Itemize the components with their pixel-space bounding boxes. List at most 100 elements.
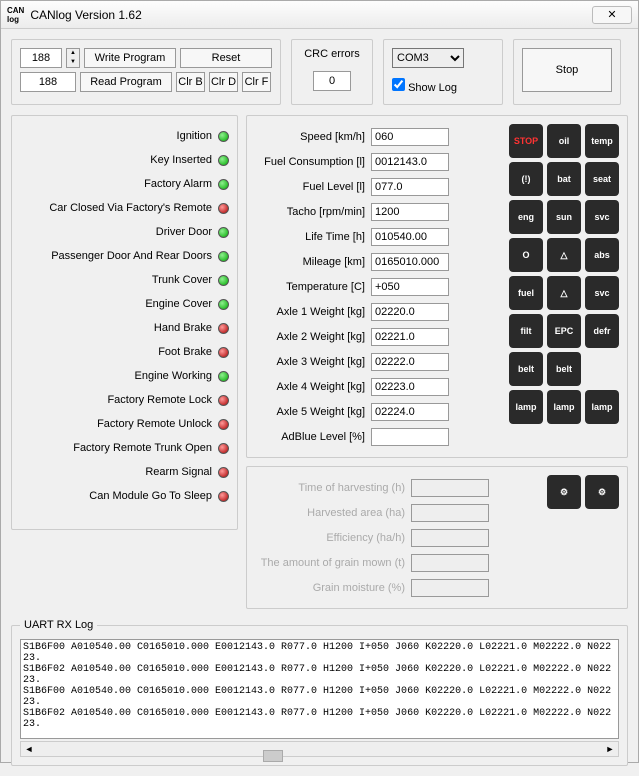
status-led-icon (218, 347, 229, 358)
value-row-5: Mileage [km] (255, 249, 501, 274)
warning-icon-18[interactable]: belt (509, 352, 543, 386)
value-field[interactable] (371, 278, 449, 296)
warning-icon-19[interactable]: belt (547, 352, 581, 386)
status-led-icon (218, 323, 229, 334)
value-row-10: Axle 4 Weight [kg] (255, 374, 501, 399)
com-port-select[interactable]: COM3 (392, 48, 464, 68)
value-field[interactable] (371, 228, 449, 246)
value-field[interactable] (371, 128, 449, 146)
value-field[interactable] (371, 378, 449, 396)
value-field[interactable] (371, 403, 449, 421)
value-label: Axle 3 Weight [kg] (255, 356, 365, 368)
status-led-icon (218, 131, 229, 142)
warning-icon-3[interactable]: (!) (509, 162, 543, 196)
value-field[interactable] (371, 178, 449, 196)
warning-icon-12[interactable]: fuel (509, 276, 543, 310)
status-label: Hand Brake (154, 322, 212, 334)
status-label: Driver Door (156, 226, 212, 238)
warning-icon-13[interactable]: △ (547, 276, 581, 310)
agri-panel: Time of harvesting (h)Harvested area (ha… (246, 466, 628, 609)
read-program-button[interactable]: Read Program (80, 72, 172, 92)
status-row-6: Trunk Cover (20, 272, 229, 288)
scroll-left-icon[interactable]: ◄ (21, 744, 37, 754)
reset-button[interactable]: Reset (180, 48, 272, 68)
status-label: Foot Brake (158, 346, 212, 358)
agri-field (411, 529, 489, 547)
warning-icon-15[interactable]: filt (509, 314, 543, 348)
value-row-8: Axle 2 Weight [kg] (255, 324, 501, 349)
value-row-4: Life Time [h] (255, 224, 501, 249)
agri-field (411, 479, 489, 497)
status-row-2: Factory Alarm (20, 176, 229, 192)
stop-button[interactable]: Stop (522, 48, 612, 92)
warning-icon-9[interactable]: O (509, 238, 543, 272)
write-program-button[interactable]: Write Program (84, 48, 176, 68)
warning-icon-16[interactable]: EPC (547, 314, 581, 348)
crc-panel: CRC errors 0 (291, 39, 373, 105)
agri-label: Time of harvesting (h) (255, 482, 405, 494)
status-label: Factory Remote Unlock (97, 418, 212, 430)
status-led-icon (218, 203, 229, 214)
agri-field (411, 554, 489, 572)
agri-label: Efficiency (ha/h) (255, 532, 405, 544)
status-label: Factory Alarm (144, 178, 212, 190)
warning-icon-23[interactable]: lamp (585, 390, 619, 424)
app-logo: CANlog (7, 6, 24, 24)
status-label: Car Closed Via Factory's Remote (49, 202, 212, 214)
warning-icon-4[interactable]: bat (547, 162, 581, 196)
status-row-8: Hand Brake (20, 320, 229, 336)
value-field[interactable] (371, 203, 449, 221)
value-field[interactable] (371, 428, 449, 446)
value-field[interactable] (371, 353, 449, 371)
warning-icon-7[interactable]: sun (547, 200, 581, 234)
value-field[interactable] (371, 328, 449, 346)
status-row-10: Engine Working (20, 368, 229, 384)
warning-icon-1[interactable]: oil (547, 124, 581, 158)
warning-icon-8[interactable]: svc (585, 200, 619, 234)
agri-row-2: Efficiency (ha/h) (255, 525, 539, 550)
warning-icon-17[interactable]: defr (585, 314, 619, 348)
value-row-6: Temperature [C] (255, 274, 501, 299)
status-led-icon (218, 155, 229, 166)
status-led-icon (218, 275, 229, 286)
status-label: Rearm Signal (145, 466, 212, 478)
log-scrollbar[interactable]: ◄ ► (20, 741, 619, 757)
status-row-9: Foot Brake (20, 344, 229, 360)
status-row-3: Car Closed Via Factory's Remote (20, 200, 229, 216)
status-led-icon (218, 179, 229, 190)
status-row-0: Ignition (20, 128, 229, 144)
address-spinner[interactable]: ▲▼ (66, 48, 80, 68)
warning-icon-11[interactable]: abs (585, 238, 619, 272)
status-row-7: Engine Cover (20, 296, 229, 312)
value-field[interactable] (371, 303, 449, 321)
warning-icon-0[interactable]: STOP (509, 124, 543, 158)
agri-icon-0[interactable]: ⚙ (547, 475, 581, 509)
value-label: Tacho [rpm/min] (255, 206, 365, 218)
warning-icon-2[interactable]: temp (585, 124, 619, 158)
uart-log-text[interactable]: S1B6F00 A010540.00 C0165010.000 E0012143… (20, 639, 619, 739)
clr-b-button[interactable]: Clr B (176, 72, 205, 92)
close-button[interactable]: ✕ (592, 6, 632, 24)
clr-f-button[interactable]: Clr F (242, 72, 271, 92)
status-row-15: Can Module Go To Sleep (20, 488, 229, 504)
warning-icon-5[interactable]: seat (585, 162, 619, 196)
warning-icon-14[interactable]: svc (585, 276, 619, 310)
warning-icon-22[interactable]: lamp (547, 390, 581, 424)
agri-icon-1[interactable]: ⚙ (585, 475, 619, 509)
window-title: CANlog Version 1.62 (30, 8, 141, 22)
warning-icon-10[interactable]: △ (547, 238, 581, 272)
warning-icon-6[interactable]: eng (509, 200, 543, 234)
value-label: Axle 1 Weight [kg] (255, 306, 365, 318)
warning-icon-21[interactable]: lamp (509, 390, 543, 424)
show-log-check[interactable]: Show Log (392, 82, 457, 94)
address-input-2[interactable] (20, 72, 76, 92)
status-label: Trunk Cover (152, 274, 212, 286)
value-field[interactable] (371, 153, 449, 171)
scroll-thumb[interactable] (263, 750, 283, 762)
scroll-right-icon[interactable]: ► (602, 744, 618, 754)
crc-value: 0 (313, 71, 351, 91)
clr-d-button[interactable]: Clr D (209, 72, 238, 92)
value-row-0: Speed [km/h] (255, 124, 501, 149)
value-field[interactable] (371, 253, 449, 271)
address-input-1[interactable] (20, 48, 62, 68)
